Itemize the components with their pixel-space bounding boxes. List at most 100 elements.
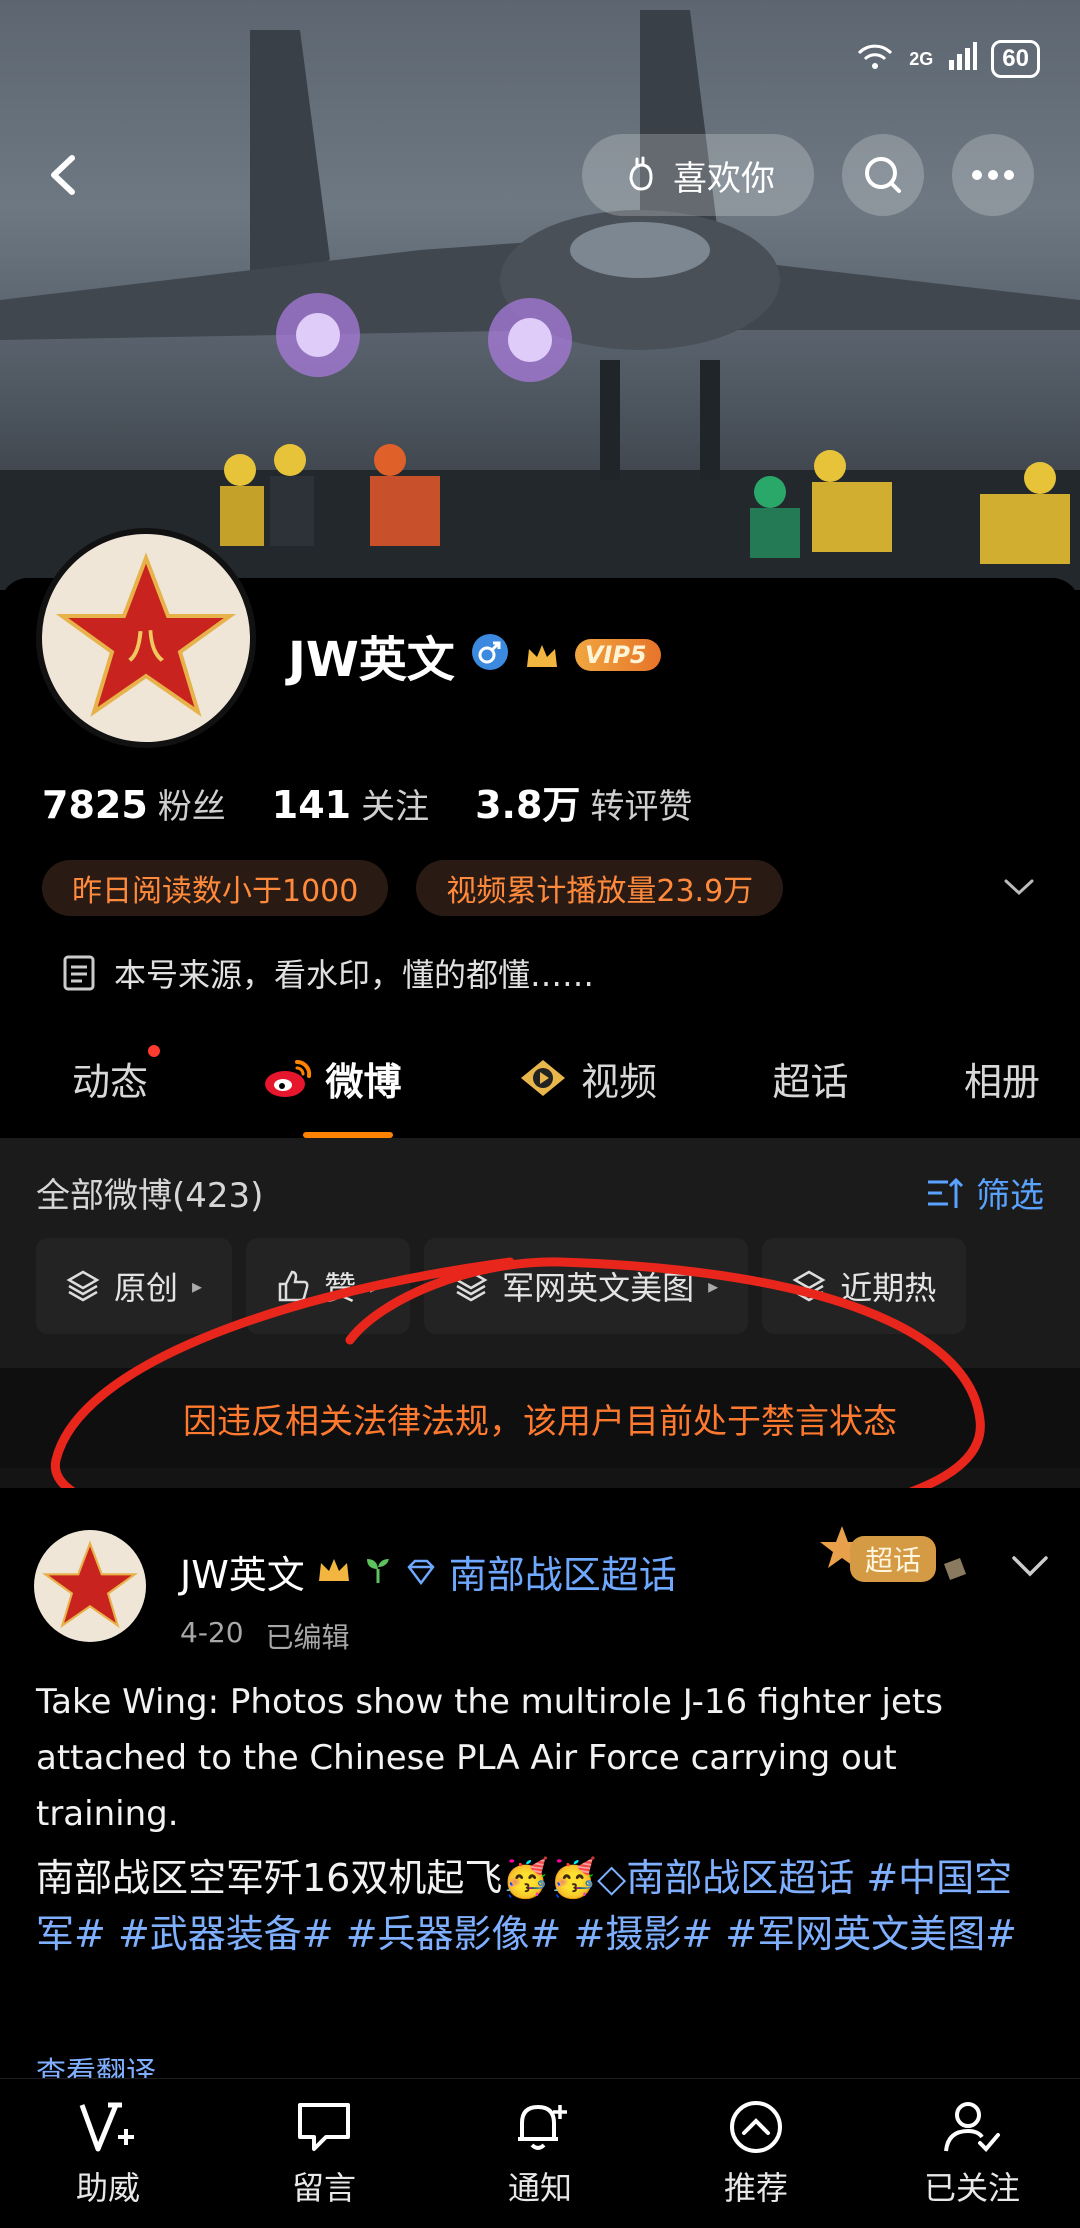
hashtag[interactable]: #武器装备#: [118, 1912, 334, 1956]
like-button[interactable]: 喜欢你: [582, 134, 814, 216]
video-badge-icon: [520, 1060, 565, 1096]
followers-stat[interactable]: 7825 粉丝: [42, 779, 226, 828]
reads-tag[interactable]: 昨日阅读数小于1000: [42, 860, 389, 916]
chip-arrow-icon: ▸: [192, 1274, 203, 1298]
post-menu-button[interactable]: [1008, 1552, 1052, 1584]
following-button[interactable]: 已关注: [897, 2099, 1047, 2209]
search-button[interactable]: [842, 134, 924, 216]
chat-bubble-icon: [298, 2102, 350, 2151]
profile-tabs: 动态 微博 视频 超话 相册: [0, 1018, 1080, 1138]
avatar[interactable]: 八: [36, 528, 256, 748]
signal-icon: [947, 41, 978, 77]
post-text-main: 南部战区空军歼16双机起飞: [36, 1856, 503, 1900]
emoji-icon: 🥳🥳: [502, 1856, 597, 1900]
chip-liked[interactable]: 赞 ▸: [246, 1238, 411, 1334]
tab-supertopic[interactable]: 超话: [772, 1051, 848, 1106]
status-bar: 2G 60: [855, 40, 1040, 78]
following-label: 关注: [361, 787, 430, 827]
post-edited[interactable]: 已编辑: [266, 1616, 350, 1656]
back-button[interactable]: [30, 140, 100, 210]
tab-weibo-label: 微博: [325, 1059, 402, 1104]
bio[interactable]: 本号来源，看水印，懂的都懂……: [62, 950, 594, 996]
recommend-button[interactable]: 推荐: [681, 2099, 831, 2209]
emblem-char: 八: [128, 626, 165, 667]
male-gender-icon: [471, 627, 509, 683]
following-count: 141: [271, 783, 352, 827]
bio-text: 本号来源，看水印，懂的都懂……: [114, 956, 595, 994]
tab-album-label: 相册: [963, 1059, 1040, 1104]
hashtag[interactable]: #摄影#: [574, 1912, 714, 1956]
layers-icon: [454, 1270, 488, 1302]
cheer-label: 助威: [75, 2168, 140, 2207]
followers-label: 粉丝: [157, 787, 226, 827]
chip-recent-hot[interactable]: 近期热: [762, 1238, 967, 1334]
more-dots-icon: [972, 170, 1014, 180]
ban-notice: 因违反相关法律法规，该用户目前处于禁言状态: [0, 1368, 1080, 1468]
post-author[interactable]: JW英文: [180, 1544, 305, 1599]
engagement-stat[interactable]: 3.8万 转评赞: [475, 774, 692, 829]
supertopic-badge[interactable]: 超话: [820, 1518, 970, 1598]
chip-original[interactable]: 原创 ▸: [36, 1238, 233, 1334]
weibo-logo-icon: [265, 1059, 312, 1097]
chevron-down-icon: [1004, 879, 1034, 896]
ban-notice-text: 因违反相关法律法规，该用户目前处于禁言状态: [183, 1401, 897, 1442]
cheer-button[interactable]: 助威: [33, 2099, 183, 2209]
crown-icon: [317, 1550, 351, 1594]
profile-banner[interactable]: 2G 60 喜欢你: [0, 0, 1080, 590]
banner-image: [0, 10, 1080, 590]
expand-button[interactable]: [1002, 876, 1036, 902]
chip-liked-label: 赞: [324, 1269, 357, 1307]
notify-button[interactable]: 通知: [465, 2099, 615, 2209]
post-text-english: Take Wing: Photos show the multirole J-1…: [36, 1682, 943, 1834]
red-star-emblem-icon: [42, 1540, 138, 1629]
supertopic-badge-icon: 超话: [820, 1526, 966, 1582]
super-topic-link[interactable]: 南部战区超话: [449, 1544, 677, 1599]
hashtag[interactable]: #军网英文美图#: [725, 1912, 1017, 1956]
filter-icon: [928, 1177, 964, 1208]
tab-video[interactable]: 视频: [517, 1051, 657, 1106]
diamond-icon: ◇: [597, 1856, 627, 1900]
engagement-label: 转评赞: [590, 787, 693, 827]
hashtag[interactable]: #兵器影像#: [346, 1912, 562, 1956]
user-check-icon: [944, 2101, 1000, 2152]
tab-activity[interactable]: 动态: [72, 1042, 163, 1106]
sprout-icon: [363, 1550, 393, 1594]
tab-weibo[interactable]: 微博: [263, 1051, 402, 1138]
feed-header: 全部微博(423) 筛选 原创 ▸ 赞 ▸ 军网英文美图 ▸ 近期热: [0, 1138, 1080, 1368]
top-navigation: 喜欢你: [0, 130, 1080, 220]
filter-label: 筛选: [976, 1176, 1044, 1216]
following-label: 已关注: [923, 2168, 1020, 2207]
post-avatar[interactable]: [34, 1530, 146, 1642]
message-button[interactable]: 留言: [249, 2099, 399, 2209]
tab-activity-label: 动态: [72, 1059, 149, 1104]
back-arrow-icon: [51, 155, 75, 195]
network-label: 2G: [909, 48, 934, 69]
chevron-up-circle-icon: [730, 2100, 782, 2153]
following-stat[interactable]: 141 关注: [272, 779, 429, 828]
active-tab-indicator: [303, 1131, 394, 1138]
thumbs-up-icon: [278, 1270, 309, 1302]
username: JW英文: [288, 632, 455, 688]
section-divider: [0, 1468, 1080, 1488]
red-star-emblem-icon: 八: [56, 552, 236, 717]
notification-dot: [146, 1042, 163, 1059]
tab-album[interactable]: 相册: [964, 1051, 1040, 1106]
post-meta: 4-20 已编辑: [180, 1616, 350, 1656]
more-button[interactable]: [952, 134, 1034, 216]
video-plays-tag[interactable]: 视频累计播放量23.9万: [416, 860, 784, 916]
search-icon: [865, 157, 901, 193]
filter-button[interactable]: 筛选: [926, 1168, 1044, 1217]
notify-label: 通知: [507, 2168, 572, 2207]
chevron-down-icon: [1012, 1556, 1048, 1577]
post-super-topic[interactable]: 南部战区超话: [626, 1856, 854, 1900]
chip-gallery[interactable]: 军网英文美图 ▸: [424, 1238, 749, 1334]
chip-recent-hot-label: 近期热: [840, 1269, 937, 1307]
all-posts-label[interactable]: 全部微博(423): [36, 1168, 263, 1217]
vip-badge[interactable]: VIP5: [574, 639, 661, 671]
post-card[interactable]: JW英文 南部战区超话 4-20 已编辑 超话 Take Wing: Photo…: [0, 1488, 1080, 2091]
chip-arrow-icon: ▸: [370, 1274, 381, 1298]
v-plus-icon: [79, 2102, 134, 2151]
post-author-row: JW英文 南部战区超话: [180, 1544, 677, 1599]
recommend-label: 推荐: [723, 2168, 788, 2207]
bottom-action-bar: 助威 留言 通知 推荐 已关注: [0, 2078, 1080, 2228]
